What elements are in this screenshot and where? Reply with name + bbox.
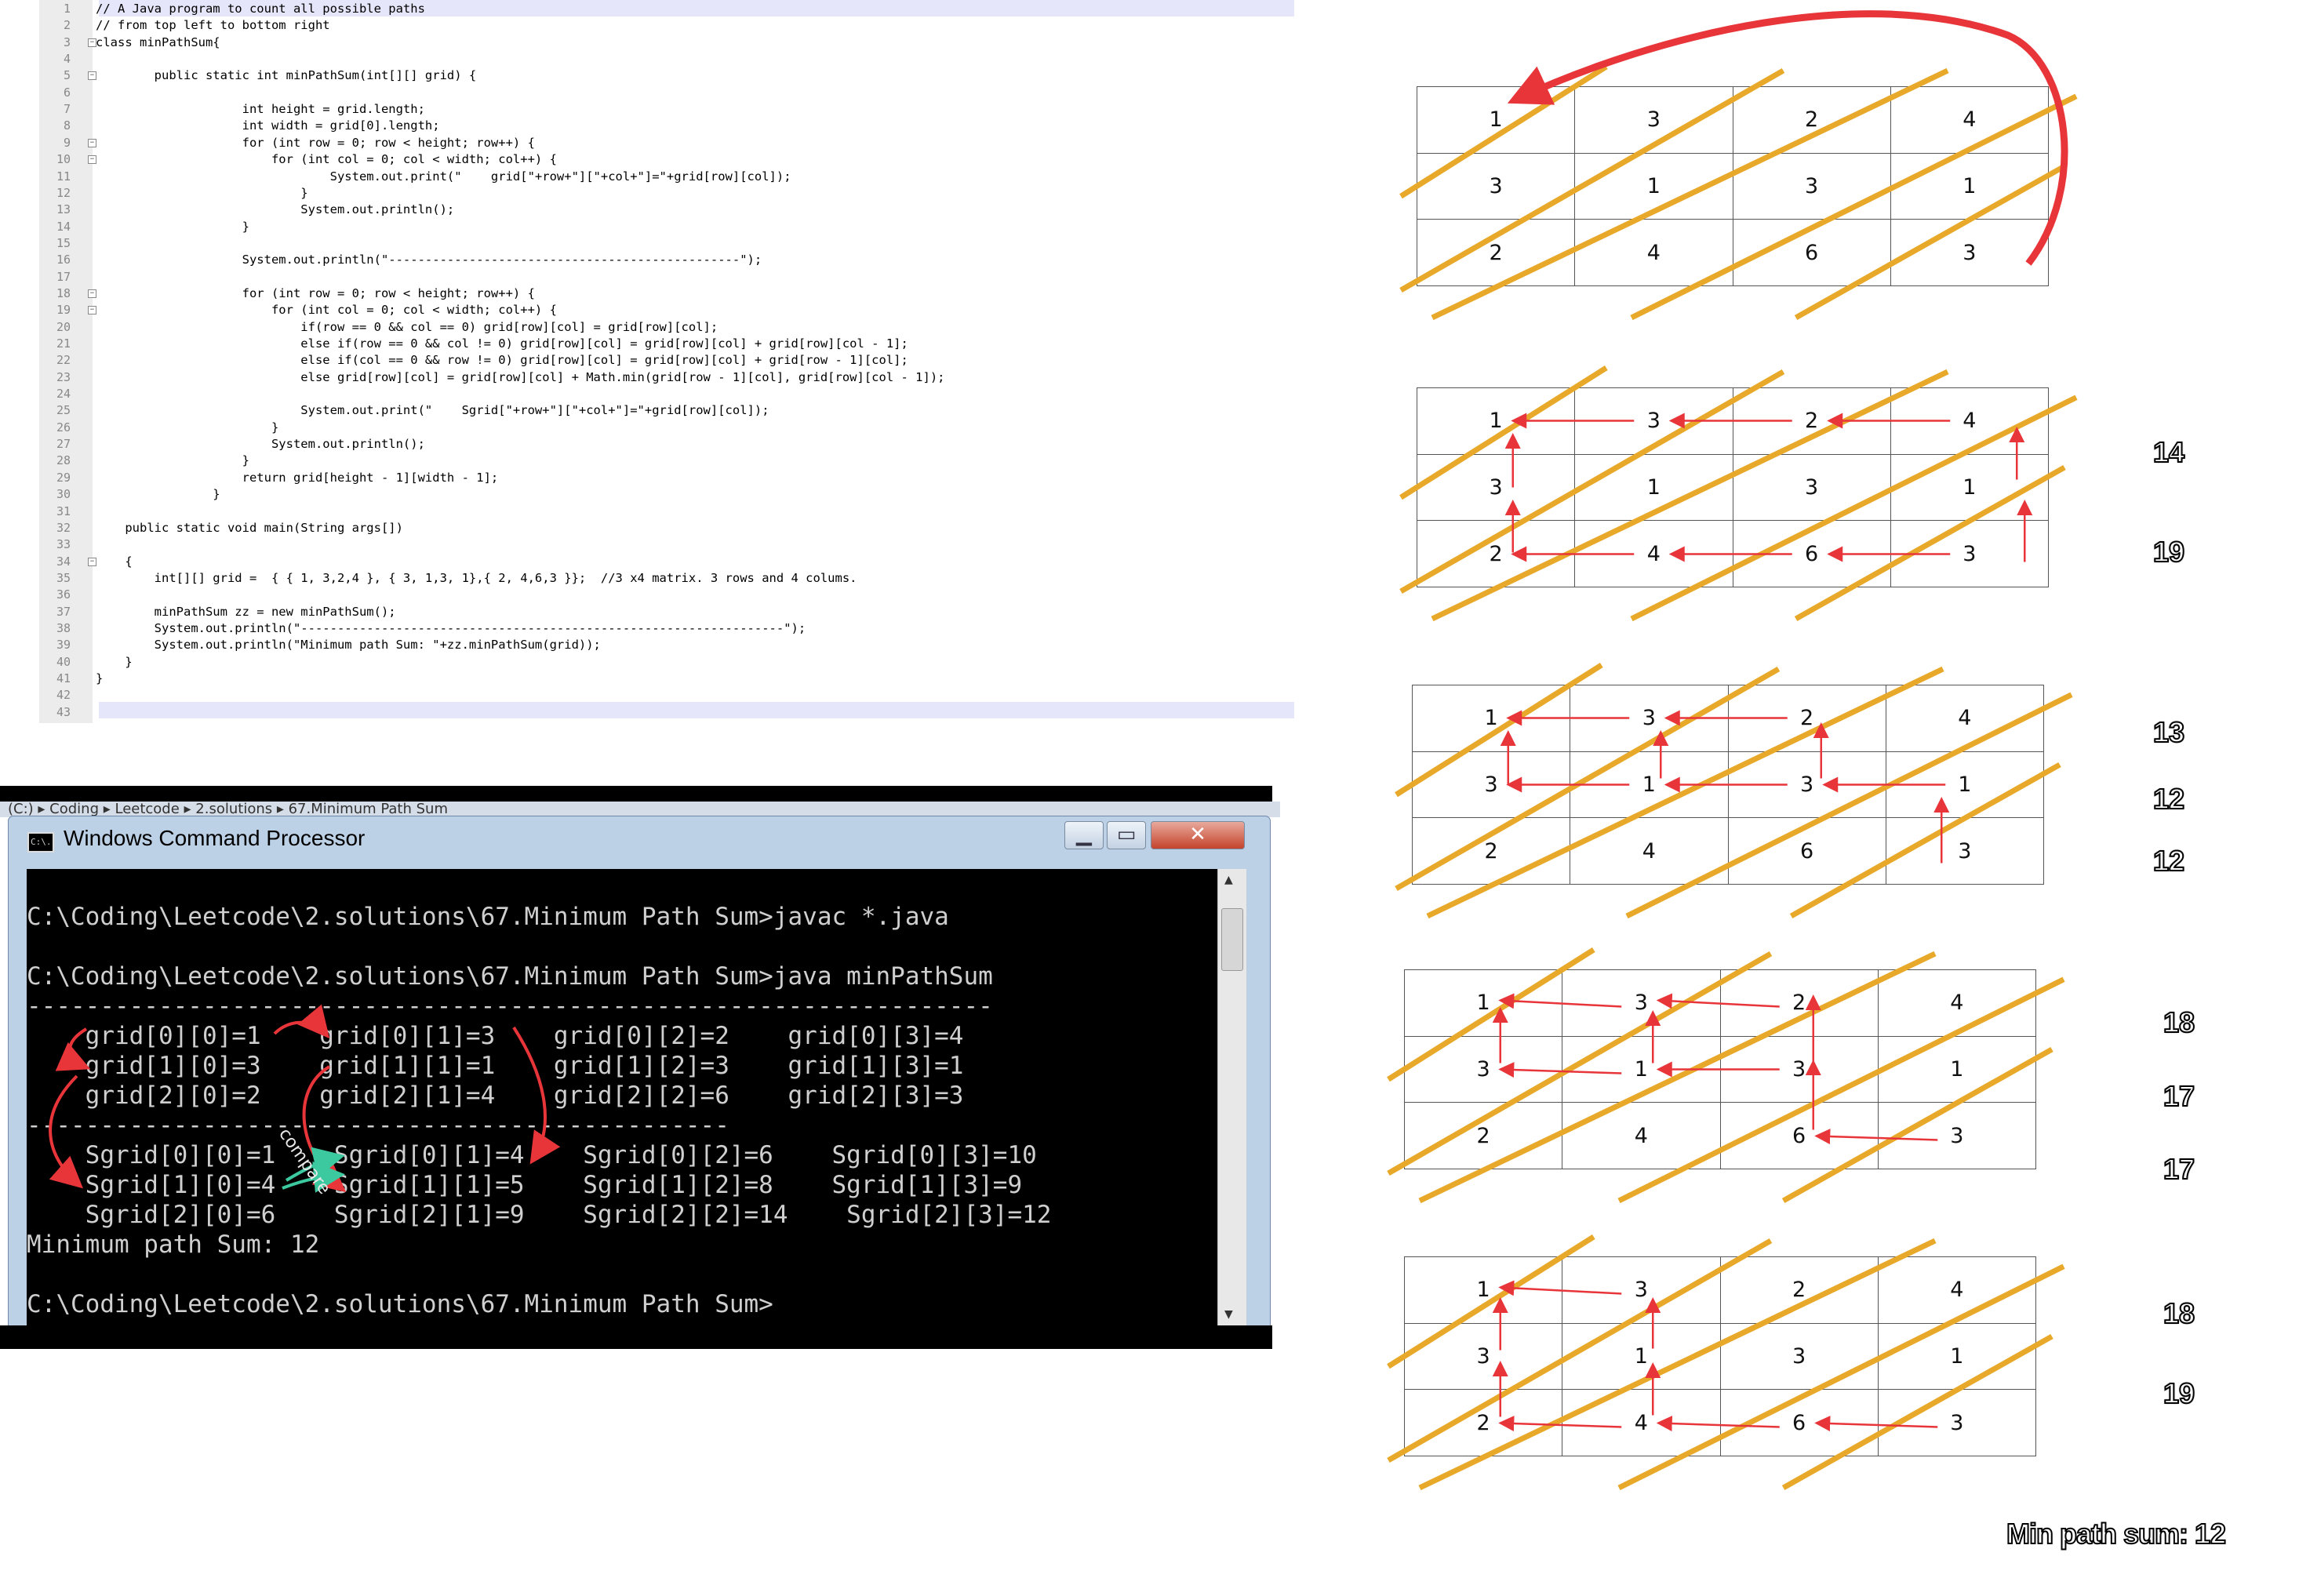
diagonal-line bbox=[1781, 1046, 2053, 1204]
diagonal-line bbox=[1418, 951, 1937, 1204]
diagonal-line bbox=[1431, 369, 1949, 622]
diagonal-line bbox=[1395, 666, 1781, 892]
diagonal-line bbox=[1387, 951, 1773, 1176]
traversal-arrow bbox=[1507, 10, 2068, 266]
diagonal-line bbox=[1399, 365, 1608, 500]
diagonal-line bbox=[1399, 369, 1785, 594]
diagram-overlay bbox=[1387, 10, 2078, 1491]
min-path-sum-value: 12 bbox=[2194, 1517, 2227, 1551]
min-path-sum-label: Min path sum: bbox=[2006, 1517, 2189, 1551]
diagonal-line bbox=[1418, 1238, 1937, 1491]
diagonal-line bbox=[1387, 1238, 1773, 1463]
diagonal-line bbox=[1426, 666, 1944, 919]
diagonal-line bbox=[1794, 163, 2066, 321]
diagonal-line bbox=[1387, 1234, 1595, 1369]
diagonal-line bbox=[1431, 67, 1949, 321]
diagonal-line bbox=[1387, 947, 1595, 1082]
path-arrow bbox=[1498, 993, 1622, 1009]
path-arrow bbox=[1656, 1416, 1780, 1432]
path-arrow bbox=[1814, 1129, 1938, 1145]
path-arrow bbox=[1498, 1416, 1622, 1432]
path-arrow bbox=[1498, 1280, 1622, 1296]
diagonal-line bbox=[1399, 67, 1785, 293]
diagonal-line bbox=[1395, 663, 1603, 798]
diagonal-line bbox=[1399, 64, 1608, 199]
diagonal-line bbox=[1789, 762, 2061, 919]
diagonal-line bbox=[1781, 1333, 2053, 1491]
path-arrow bbox=[1814, 1416, 1938, 1432]
